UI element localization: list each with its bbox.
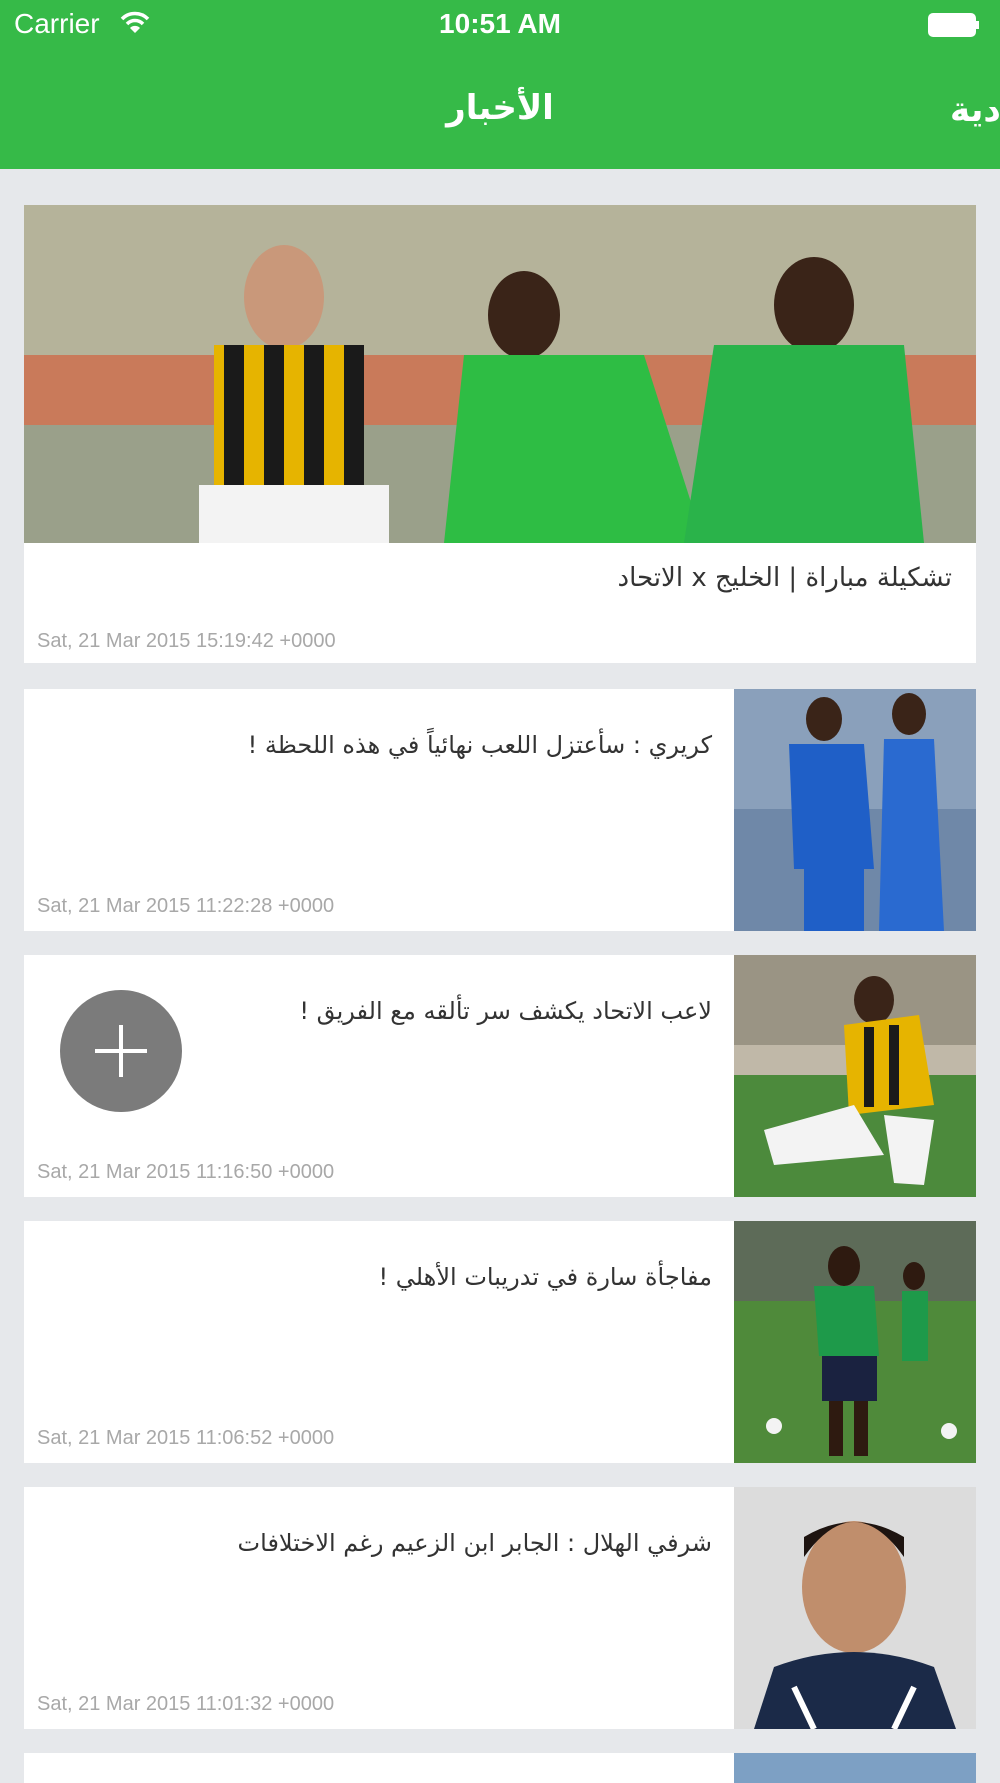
- clock: 10:51 AM: [439, 8, 561, 39]
- article-timestamp: Sat, 21 Mar 2015 11:06:52 +0000: [37, 1427, 335, 1449]
- article-timestamp: Sat, 21 Mar 2015 11:16:50 +0000: [37, 1161, 335, 1183]
- article-thumbnail: [734, 955, 976, 1197]
- article-headline: مفاجأة سارة في تدريبات الأهلي !: [378, 1263, 712, 1291]
- article-headline: شرفي الهلال : الجابر ابن الزعيم رغم الاخ…: [237, 1529, 712, 1557]
- add-button[interactable]: [60, 990, 182, 1112]
- article-thumbnail: [734, 1221, 976, 1463]
- featured-headline: تشكيلة مباراة | الخليج x الاتحاد: [617, 563, 953, 593]
- article-thumbnail: [734, 689, 976, 931]
- featured-timestamp: Sat, 21 Mar 2015 15:19:42 +0000: [37, 630, 336, 652]
- featured-article-card[interactable]: تشكيلة مباراة | الخليج x الاتحاد Sat, 21…: [24, 205, 976, 663]
- featured-photo: [24, 205, 976, 543]
- article-thumbnail: [734, 1487, 976, 1729]
- plus-icon: [95, 1025, 147, 1077]
- status-bar: Carrier 10:51 AM: [0, 0, 1000, 50]
- article-card[interactable]: مفاجأة سارة في تدريبات الأهلي ! Sat, 21 …: [24, 1221, 976, 1463]
- battery-icon: [928, 13, 979, 37]
- article-headline: كريري : سأعتزل اللعب نهائياً في هذه اللح…: [247, 731, 712, 759]
- article-thumbnail: [734, 1753, 976, 1783]
- article-card-partial[interactable]: [24, 1753, 976, 1783]
- article-card[interactable]: شرفي الهلال : الجابر ابن الزعيم رغم الاخ…: [24, 1487, 976, 1729]
- article-timestamp: Sat, 21 Mar 2015 11:22:28 +0000: [37, 895, 335, 917]
- page-title: الأخبار: [446, 88, 554, 128]
- article-timestamp: Sat, 21 Mar 2015 11:01:32 +0000: [37, 1693, 335, 1715]
- nav-bar: الأخبار ادية: [0, 50, 1000, 169]
- next-page-title[interactable]: ادية: [950, 90, 1000, 130]
- article-headline: لاعب الاتحاد يكشف سر تألقه مع الفريق !: [299, 997, 712, 1025]
- article-card[interactable]: كريري : سأعتزل اللعب نهائياً في هذه اللح…: [24, 689, 976, 931]
